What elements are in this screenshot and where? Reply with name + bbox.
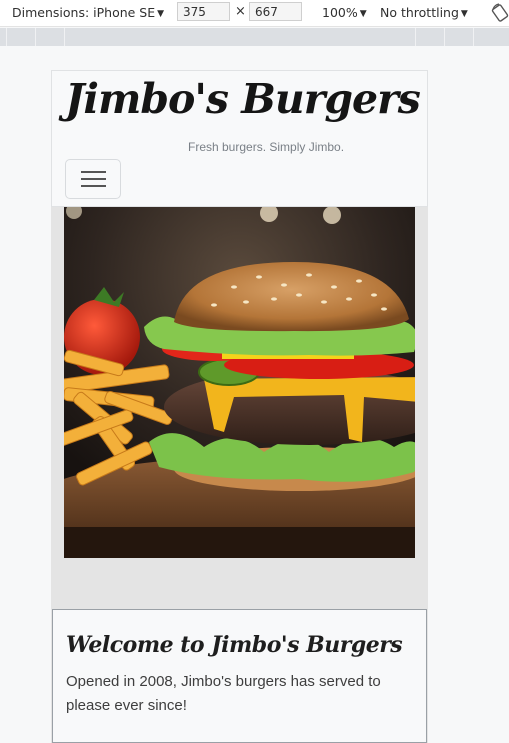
throttling-dropdown[interactable]: No throttling ▼ [380,5,468,20]
hamburger-icon [81,171,106,173]
hamburger-icon [81,185,106,187]
burger-photo [64,207,415,558]
chevron-down-icon: ▼ [460,9,468,19]
chevron-down-icon: ▼ [359,9,367,19]
brand-logo[interactable]: Jimbo's Burgers [65,75,421,123]
hero-image [64,207,415,558]
tagline: Fresh burgers. Simply Jimbo. [188,140,345,154]
hamburger-icon [81,178,106,180]
welcome-title: Welcome to Jimbo's Burgers [66,632,403,658]
dimensions-dropdown[interactable]: Dimensions: iPhone SE ▼ [12,5,164,20]
media-query-ruler[interactable] [0,28,509,46]
dimensions-label: Dimensions: iPhone SE [12,5,156,20]
dimension-separator: × [235,4,246,19]
navbar-toggle-button[interactable] [65,159,121,199]
chevron-down-icon: ▼ [157,9,165,19]
device-toolbar: Dimensions: iPhone SE ▼ 375 × 667 100% ▼ N… [0,0,509,27]
height-input[interactable]: 667 [249,2,302,21]
welcome-card: Welcome to Jimbo's Burgers Opened in 200… [52,609,427,743]
welcome-text: Opened in 2008, Jimbo's burgers has serv… [66,673,381,714]
zoom-label: 100% [322,5,358,20]
rotate-icon[interactable] [491,3,509,23]
throttling-label: No throttling [380,5,459,20]
zoom-dropdown[interactable]: 100% ▼ [322,5,367,20]
width-input[interactable]: 375 [177,2,230,21]
site-header: Jimbo's Burgers Fresh burgers. Simply Ji… [51,70,428,207]
device-viewport: Jimbo's Burgers Fresh burgers. Simply Ji… [51,70,428,743]
